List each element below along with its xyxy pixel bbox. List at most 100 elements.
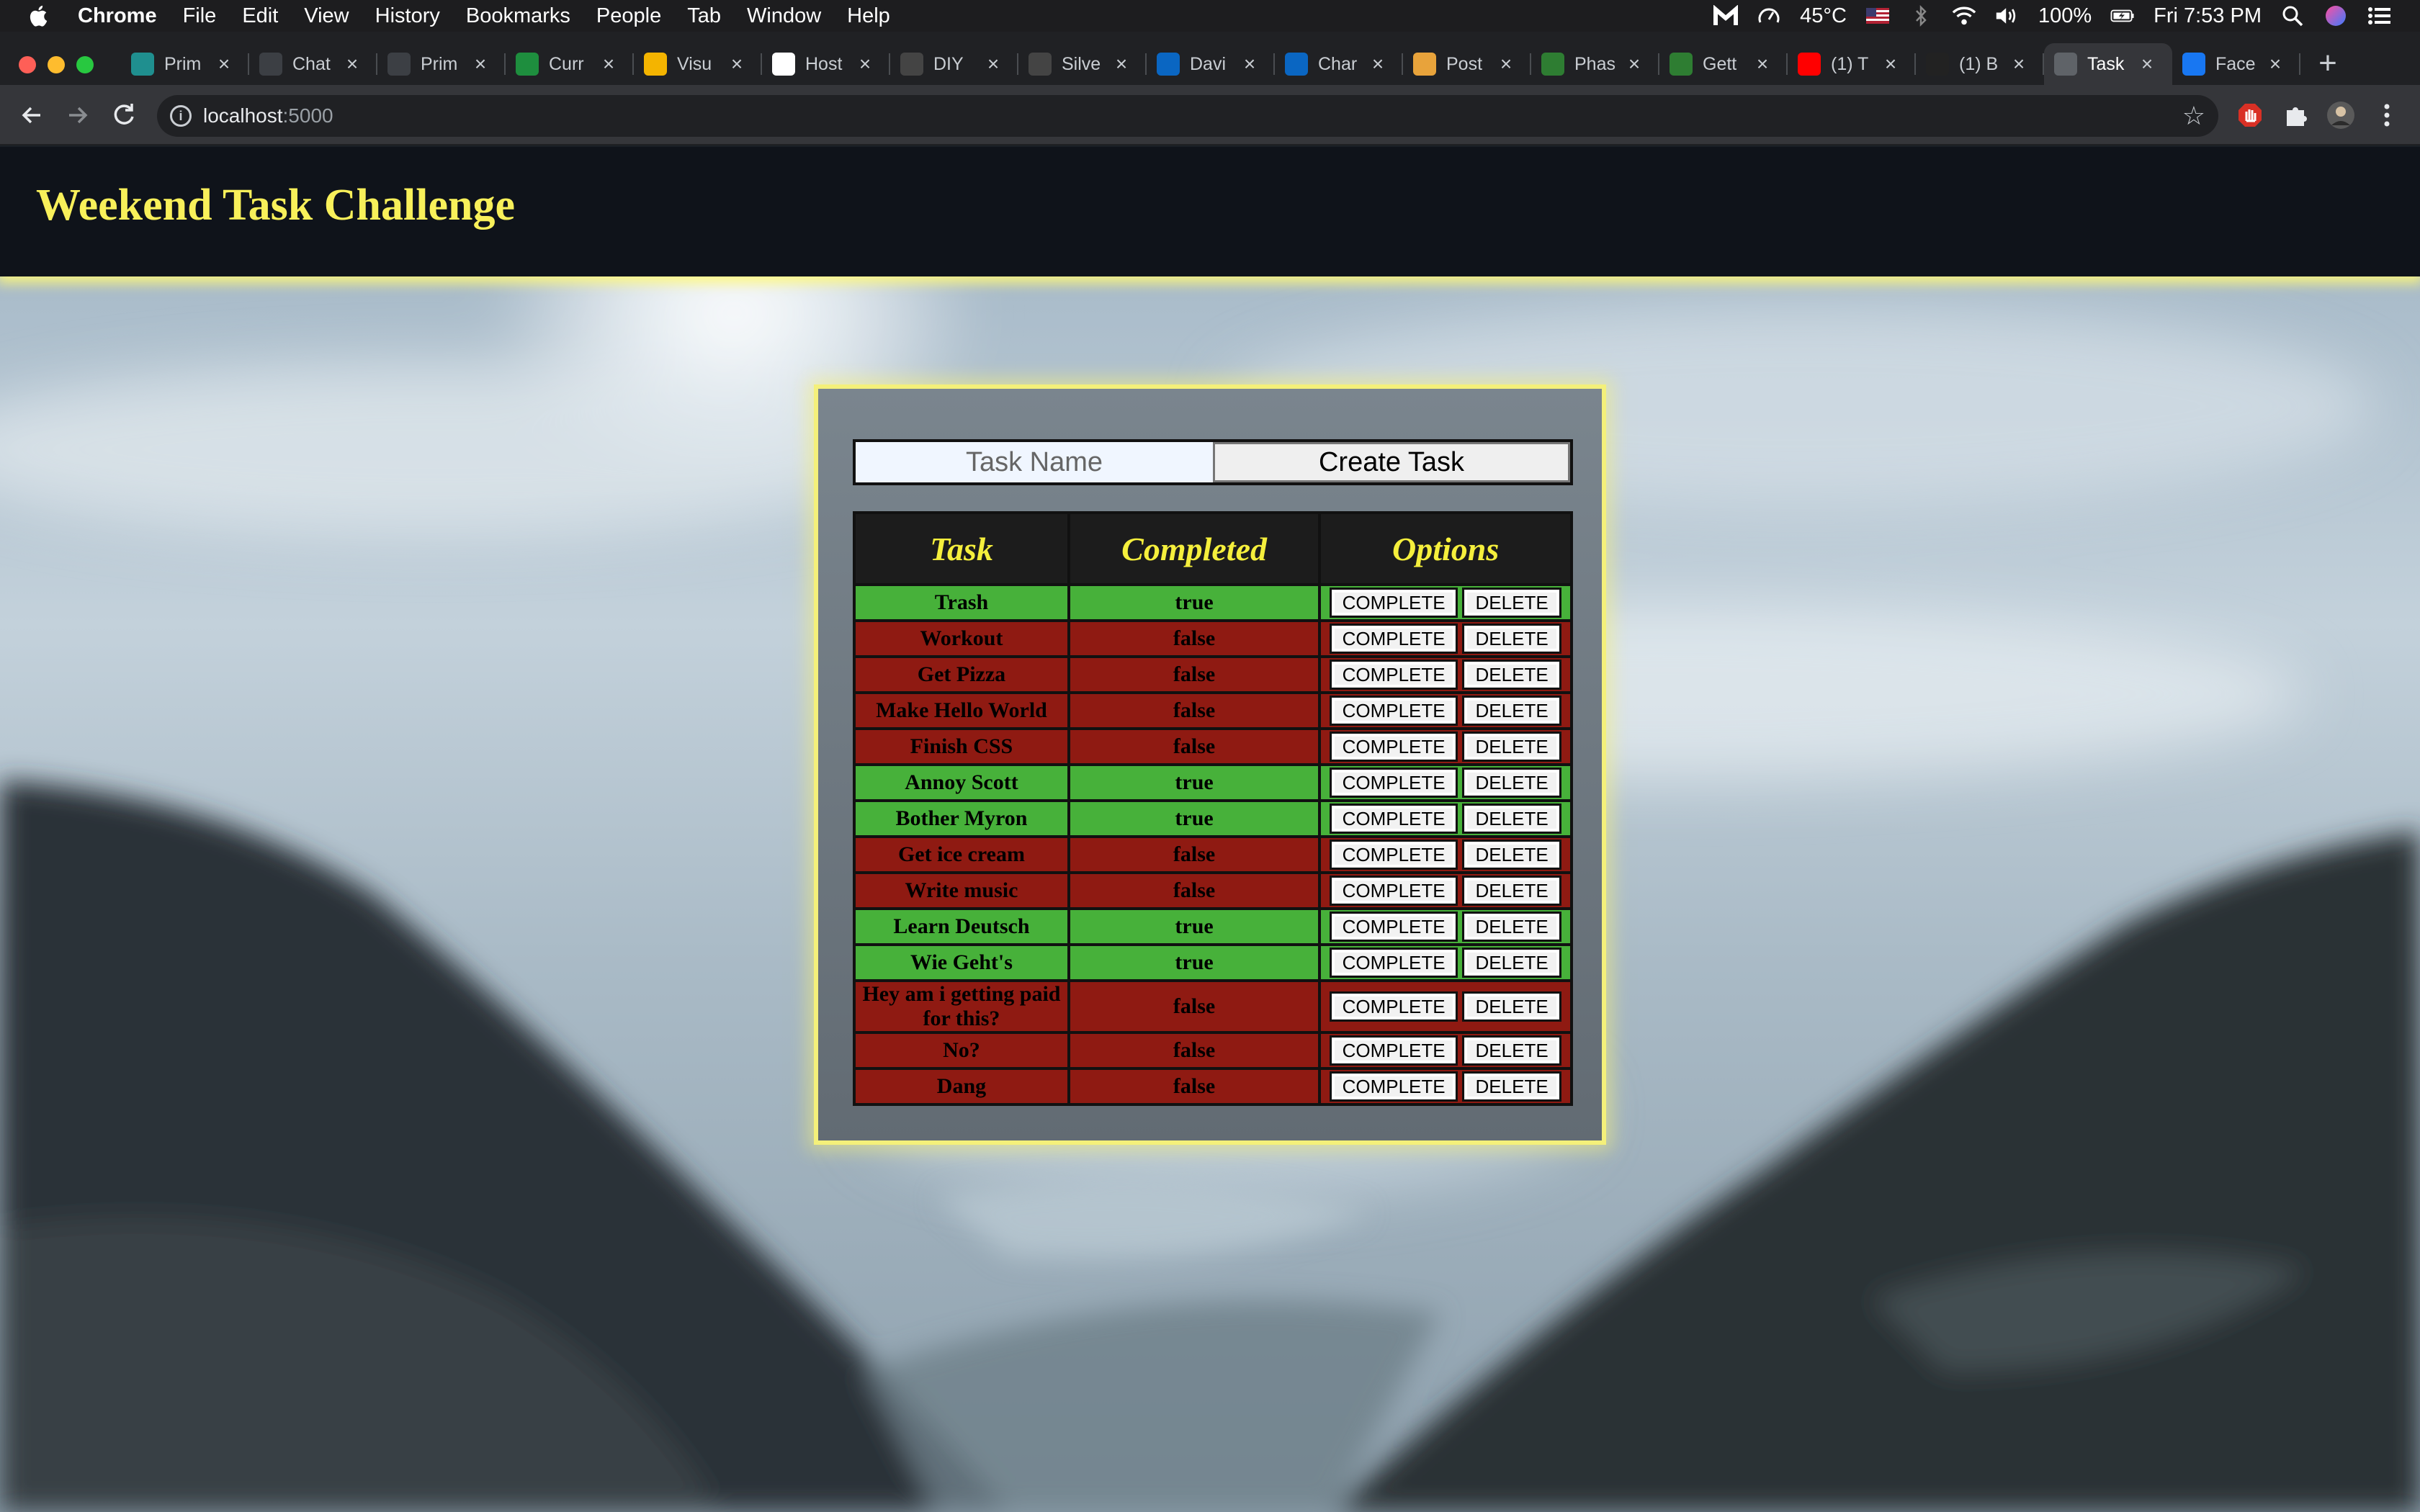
window-fullscreen-button[interactable] — [76, 56, 94, 73]
browser-tab[interactable]: (1) T × — [1788, 43, 1916, 85]
browser-tab[interactable]: Char × — [1275, 43, 1403, 85]
browser-tab[interactable]: Post × — [1403, 43, 1531, 85]
close-tab-icon[interactable]: × — [470, 53, 491, 75]
close-tab-icon[interactable]: × — [2264, 53, 2286, 75]
close-tab-icon[interactable]: × — [1752, 53, 1773, 75]
wifi-icon[interactable] — [1952, 4, 1976, 28]
bookmark-star-icon[interactable]: ☆ — [2182, 101, 2205, 131]
chrome-menu-icon[interactable] — [2371, 99, 2403, 131]
browser-tab[interactable]: Prim × — [121, 43, 249, 85]
menu-history[interactable]: History — [375, 4, 440, 28]
complete-task-button[interactable]: COMPLETE — [1330, 696, 1458, 726]
browser-tab[interactable]: Phas × — [1531, 43, 1659, 85]
close-tab-icon[interactable]: × — [854, 53, 876, 75]
close-tab-icon[interactable]: × — [1495, 53, 1517, 75]
create-task-button[interactable]: Create Task — [1213, 442, 1570, 482]
address-bar[interactable]: i localhost:5000 ☆ — [157, 95, 2218, 137]
browser-tab[interactable]: Face × — [2172, 43, 2300, 85]
complete-task-button[interactable]: COMPLETE — [1330, 991, 1458, 1022]
menu-help[interactable]: Help — [847, 4, 890, 28]
adblock-extension-icon[interactable] — [2234, 99, 2266, 131]
browser-tab[interactable]: Davi × — [1147, 43, 1275, 85]
close-tab-icon[interactable]: × — [2136, 53, 2158, 75]
delete-task-button[interactable]: DELETE — [1462, 732, 1562, 762]
complete-task-button[interactable]: COMPLETE — [1330, 732, 1458, 762]
window-minimize-button[interactable] — [48, 56, 65, 73]
menubar-clock[interactable]: Fri 7:53 PM — [2154, 4, 2262, 28]
complete-task-button[interactable]: COMPLETE — [1330, 876, 1458, 906]
browser-tab[interactable]: Prim × — [377, 43, 506, 85]
complete-task-button[interactable]: COMPLETE — [1330, 912, 1458, 942]
menu-window[interactable]: Window — [747, 4, 821, 28]
complete-task-button[interactable]: COMPLETE — [1330, 588, 1458, 618]
close-tab-icon[interactable]: × — [1623, 53, 1645, 75]
siri-icon[interactable] — [2323, 4, 2348, 28]
browser-tab[interactable]: (1) B × — [1916, 43, 2044, 85]
menu-tab[interactable]: Tab — [687, 4, 721, 28]
delete-task-button[interactable]: DELETE — [1462, 696, 1562, 726]
close-tab-icon[interactable]: × — [341, 53, 363, 75]
menu-file[interactable]: File — [183, 4, 217, 28]
menu-bookmarks[interactable]: Bookmarks — [466, 4, 570, 28]
browser-tab[interactable]: DIY × — [890, 43, 1018, 85]
menu-edit[interactable]: Edit — [242, 4, 278, 28]
browser-tab[interactable]: Silve × — [1018, 43, 1147, 85]
delete-task-button[interactable]: DELETE — [1462, 876, 1562, 906]
browser-tab[interactable]: Gett × — [1659, 43, 1788, 85]
menu-people[interactable]: People — [596, 4, 661, 28]
delete-task-button[interactable]: DELETE — [1462, 660, 1562, 690]
profile-avatar[interactable] — [2325, 99, 2357, 131]
temperature-gauge-icon[interactable] — [1757, 4, 1781, 28]
delete-task-button[interactable]: DELETE — [1462, 840, 1562, 870]
delete-task-button[interactable]: DELETE — [1462, 588, 1562, 618]
menu-app-chrome[interactable]: Chrome — [78, 4, 157, 28]
delete-task-button[interactable]: DELETE — [1462, 1035, 1562, 1066]
delete-task-button[interactable]: DELETE — [1462, 912, 1562, 942]
close-tab-icon[interactable]: × — [1880, 53, 1901, 75]
delete-task-button[interactable]: DELETE — [1462, 991, 1562, 1022]
complete-task-button[interactable]: COMPLETE — [1330, 840, 1458, 870]
close-tab-icon[interactable]: × — [598, 53, 619, 75]
close-tab-icon[interactable]: × — [726, 53, 748, 75]
new-tab-button[interactable]: + — [2312, 48, 2344, 81]
complete-task-button[interactable]: COMPLETE — [1330, 768, 1458, 798]
close-tab-icon[interactable]: × — [1367, 53, 1389, 75]
site-info-icon[interactable]: i — [170, 105, 192, 127]
complete-task-button[interactable]: COMPLETE — [1330, 624, 1458, 654]
close-tab-icon[interactable]: × — [1239, 53, 1260, 75]
browser-tab[interactable]: Host × — [762, 43, 890, 85]
delete-task-button[interactable]: DELETE — [1462, 948, 1562, 978]
window-close-button[interactable] — [19, 56, 36, 73]
delete-task-button[interactable]: DELETE — [1462, 1071, 1562, 1102]
malwarebytes-icon[interactable] — [1713, 4, 1739, 28]
spotlight-search-icon[interactable] — [2280, 4, 2305, 28]
close-tab-icon[interactable]: × — [1111, 53, 1132, 75]
control-center-icon[interactable] — [2367, 4, 2391, 28]
delete-task-button[interactable]: DELETE — [1462, 768, 1562, 798]
address-url[interactable]: localhost:5000 — [203, 104, 333, 127]
complete-task-button[interactable]: COMPLETE — [1330, 948, 1458, 978]
battery-charging-icon[interactable] — [2110, 4, 2135, 28]
browser-tab[interactable]: Visu × — [634, 43, 762, 85]
volume-icon[interactable] — [1995, 4, 2020, 28]
extensions-puzzle-icon[interactable] — [2280, 99, 2312, 131]
complete-task-button[interactable]: COMPLETE — [1330, 660, 1458, 690]
bluetooth-icon[interactable] — [1909, 4, 1933, 28]
apple-icon[interactable] — [27, 4, 52, 28]
us-flag-icon[interactable] — [1865, 4, 1890, 28]
close-tab-icon[interactable]: × — [213, 53, 235, 75]
forward-arrow-icon[interactable] — [62, 99, 94, 131]
browser-tab[interactable]: Curr × — [506, 43, 634, 85]
back-arrow-icon[interactable] — [16, 99, 48, 131]
reload-icon[interactable] — [108, 99, 140, 131]
browser-tab[interactable]: Task × — [2044, 43, 2172, 85]
delete-task-button[interactable]: DELETE — [1462, 624, 1562, 654]
complete-task-button[interactable]: COMPLETE — [1330, 1035, 1458, 1066]
close-tab-icon[interactable]: × — [2008, 53, 2030, 75]
task-name-input[interactable] — [856, 442, 1213, 482]
browser-tab[interactable]: Chat × — [249, 43, 377, 85]
delete-task-button[interactable]: DELETE — [1462, 804, 1562, 834]
menu-view[interactable]: View — [304, 4, 349, 28]
close-tab-icon[interactable]: × — [982, 53, 1004, 75]
complete-task-button[interactable]: COMPLETE — [1330, 1071, 1458, 1102]
